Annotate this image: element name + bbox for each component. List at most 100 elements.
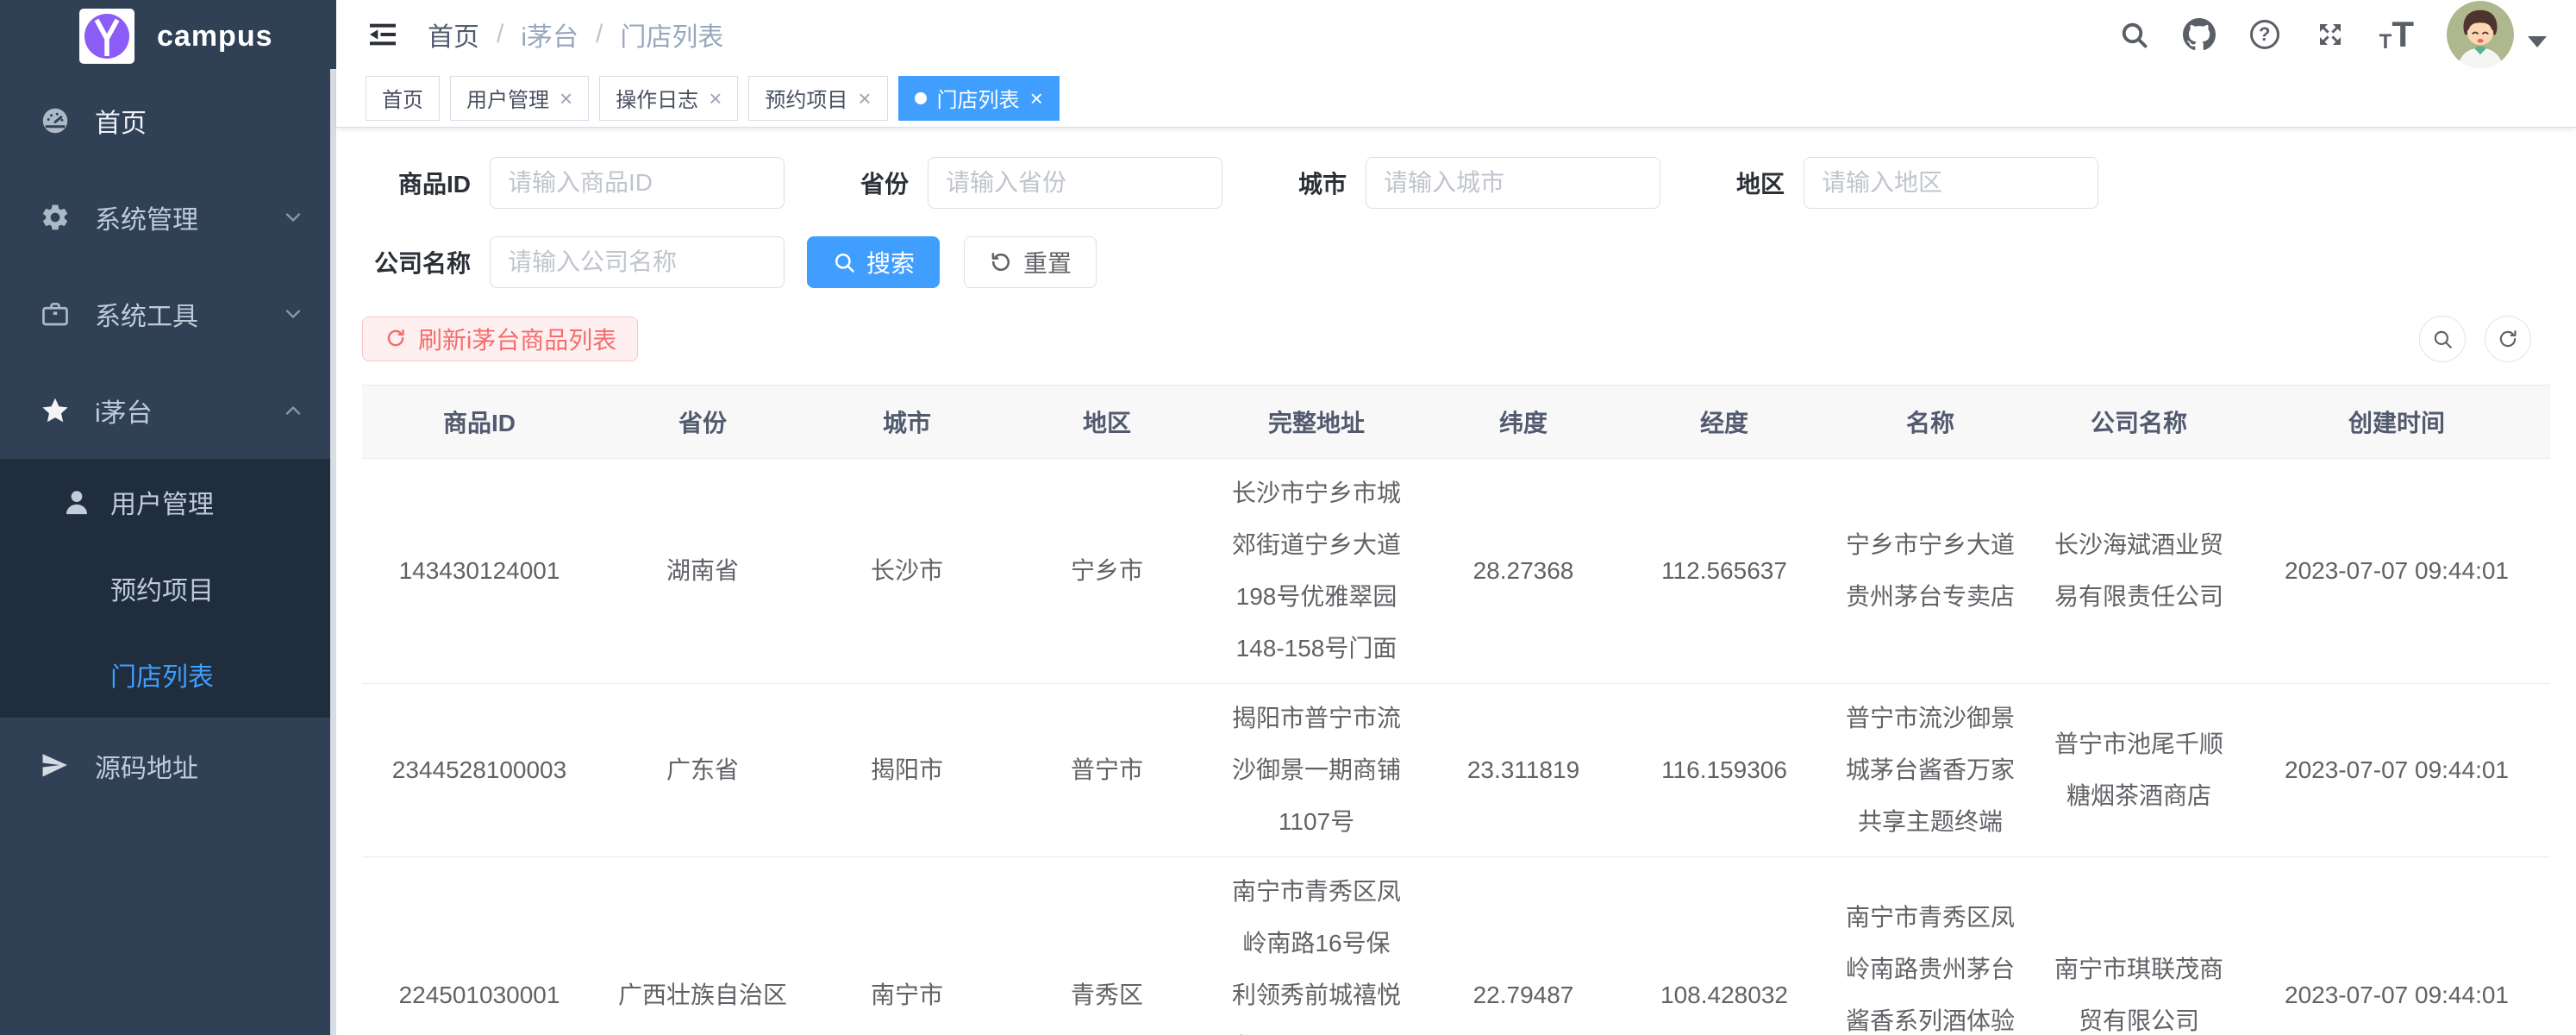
- breadcrumb-item-store-list: 门店列表: [620, 16, 723, 53]
- sidebar-item-label: 门店列表: [110, 656, 214, 693]
- company-name-input[interactable]: [490, 236, 785, 288]
- sidebar-item-label: 系统管理: [95, 198, 281, 236]
- font-size-large-glyph: T: [2392, 16, 2414, 53]
- reset-button[interactable]: 重置: [964, 236, 1097, 288]
- col-district: 地区: [1005, 386, 1209, 459]
- field-product-id: 商品ID: [362, 157, 785, 209]
- col-created-time: 创建时间: [2243, 386, 2550, 459]
- field-province: 省份: [860, 157, 1222, 209]
- search-icon: [832, 250, 856, 274]
- tags-view-bar: 首页 用户管理 × 操作日志 × 预约项目 × 门店列表 ×: [336, 69, 2576, 128]
- briefcase-icon: [40, 298, 71, 329]
- tab-user-management[interactable]: 用户管理 ×: [450, 76, 589, 121]
- sidebar-item-user-management[interactable]: 用户管理: [0, 459, 336, 545]
- cell-city: 揭阳市: [809, 684, 1005, 857]
- cell-full-address: 揭阳市普宁市流沙御景一期商铺1107号: [1209, 684, 1424, 857]
- github-icon[interactable]: [2183, 18, 2216, 51]
- district-input[interactable]: [1804, 157, 2098, 209]
- sidebar-menu: 首页 系统管理 系统工具: [0, 72, 336, 814]
- col-product-id: 商品ID: [362, 386, 597, 459]
- cell-city: 南宁市: [809, 857, 1005, 1035]
- sidebar-item-reservation-project[interactable]: 预约项目: [0, 545, 336, 631]
- chevron-down-icon: [281, 302, 305, 326]
- user-icon: [62, 487, 91, 517]
- tab-operation-log[interactable]: 操作日志 ×: [599, 76, 738, 121]
- cell-created-time: 2023-07-07 09:44:01: [2243, 684, 2550, 857]
- cell-product-id: 224501030001: [362, 857, 597, 1035]
- table-row: 224501030001 广西壮族自治区 南宁市 青秀区 南宁市青秀区凤岭南路1…: [362, 857, 2550, 1035]
- cell-name: 南宁市青秀区凤岭南路贵州茅台酱香系列酒体验中心: [1826, 857, 2035, 1035]
- font-size-small-glyph: T: [2379, 32, 2392, 53]
- sidebar: campus 首页 系统管理: [0, 0, 336, 1035]
- sidebar-collapse-icon[interactable]: [366, 17, 400, 52]
- sidebar-item-source-code[interactable]: 源码地址: [0, 718, 336, 814]
- field-label: 城市: [1298, 166, 1347, 200]
- close-icon[interactable]: ×: [1030, 87, 1043, 110]
- dashboard-icon: [40, 105, 71, 136]
- sidebar-item-label: 首页: [95, 102, 305, 140]
- close-icon[interactable]: ×: [709, 87, 722, 110]
- cell-district: 青秀区: [1005, 857, 1209, 1035]
- cell-province: 广东省: [597, 684, 809, 857]
- close-icon[interactable]: ×: [858, 87, 871, 110]
- tab-home[interactable]: 首页: [366, 76, 440, 121]
- sidebar-item-label: 源码地址: [95, 747, 305, 785]
- question-icon[interactable]: ?: [2248, 18, 2281, 51]
- brand-name: campus: [157, 20, 273, 53]
- sidebar-item-system-tools[interactable]: 系统工具: [0, 266, 336, 362]
- cell-latitude: 23.311819: [1424, 684, 1623, 857]
- fullscreen-icon[interactable]: [2314, 18, 2347, 51]
- store-list-page: 商品ID 省份 城市 地区 公司名称: [336, 128, 2576, 1035]
- field-company-name: 公司名称: [362, 236, 785, 288]
- cell-province: 湖南省: [597, 459, 809, 684]
- city-input[interactable]: [1366, 157, 1660, 209]
- field-label: 公司名称: [362, 245, 471, 279]
- field-district: 地区: [1736, 157, 2098, 209]
- breadcrumb-separator: /: [497, 20, 503, 49]
- font-size-icon[interactable]: TT: [2379, 16, 2414, 53]
- refresh-table-button[interactable]: [2485, 316, 2531, 362]
- cell-district: 宁乡市: [1005, 459, 1209, 684]
- sidebar-item-store-list[interactable]: 门店列表: [0, 631, 336, 718]
- refresh-imaotai-list-button[interactable]: 刷新i茅台商品列表: [362, 317, 638, 361]
- table-quick-actions: [2419, 316, 2531, 362]
- cell-product-id: 143430124001: [362, 459, 597, 684]
- brand-logo[interactable]: campus: [0, 0, 336, 72]
- close-icon[interactable]: ×: [560, 87, 572, 110]
- cell-name: 普宁市流沙御景城茅台酱香万家共享主题终端: [1826, 684, 2035, 857]
- sidebar-item-imaotai[interactable]: i茅台: [0, 362, 336, 459]
- sidebar-item-home[interactable]: 首页: [0, 72, 336, 169]
- user-menu[interactable]: [2447, 1, 2547, 68]
- sidebar-item-label: 预约项目: [110, 569, 214, 607]
- col-company-name: 公司名称: [2035, 386, 2243, 459]
- breadcrumb-item-home[interactable]: 首页: [428, 16, 479, 53]
- tab-label: 门店列表: [937, 83, 1020, 113]
- store-table: 商品ID 省份 城市 地区 完整地址 纬度 经度 名称 公司名称 创建时间 14: [362, 385, 2550, 1035]
- field-label: 省份: [860, 166, 909, 200]
- tab-reservation-project[interactable]: 预约项目 ×: [748, 76, 887, 121]
- product-id-input[interactable]: [490, 157, 785, 209]
- cell-city: 长沙市: [809, 459, 1005, 684]
- show-search-toggle-button[interactable]: [2419, 316, 2466, 362]
- tab-label: 用户管理: [466, 83, 549, 113]
- province-input[interactable]: [928, 157, 1222, 209]
- avatar[interactable]: [2447, 1, 2514, 68]
- search-icon[interactable]: [2117, 18, 2150, 51]
- cell-longitude: 116.159306: [1623, 684, 1826, 857]
- imaotai-submenu: 用户管理 预约项目 门店列表: [0, 459, 336, 718]
- sidebar-item-system-management[interactable]: 系统管理: [0, 169, 336, 266]
- cell-created-time: 2023-07-07 09:44:01: [2243, 459, 2550, 684]
- active-dot: [915, 92, 927, 104]
- tab-label: 预约项目: [765, 83, 847, 113]
- col-longitude: 经度: [1623, 386, 1826, 459]
- tab-store-list[interactable]: 门店列表 ×: [898, 76, 1060, 121]
- breadcrumb-item-imaotai: i茅台: [521, 16, 578, 53]
- caret-down-icon[interactable]: [2528, 36, 2547, 47]
- breadcrumb-separator: /: [596, 20, 603, 49]
- table-row: 143430124001 湖南省 长沙市 宁乡市 长沙市宁乡市城郊街道宁乡大道1…: [362, 459, 2550, 684]
- search-button[interactable]: 搜索: [807, 236, 940, 288]
- refresh-icon: [989, 250, 1013, 274]
- field-city: 城市: [1298, 157, 1660, 209]
- cell-longitude: 112.565637: [1623, 459, 1826, 684]
- field-label: 地区: [1736, 166, 1785, 200]
